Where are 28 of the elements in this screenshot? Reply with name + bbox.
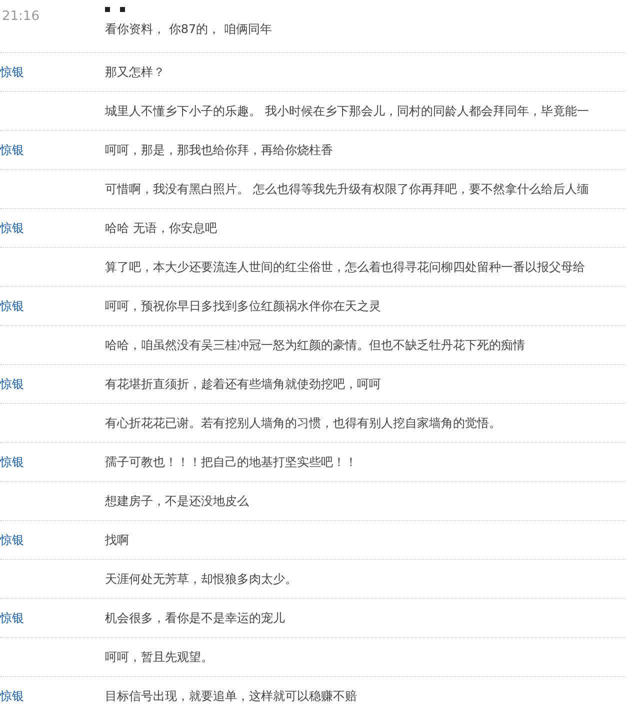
author-name[interactable]: 惊银 bbox=[0, 610, 24, 624]
author-name[interactable]: 惊银 bbox=[0, 376, 24, 390]
author-name[interactable]: 惊银 bbox=[0, 64, 24, 78]
author-name[interactable]: 惊银 bbox=[0, 688, 24, 702]
message-text: 呵呵，那是，那我也给你拜，再给你烧柱香 bbox=[105, 142, 333, 158]
message-text: 看你资料， 你87的， 咱俩同年 bbox=[105, 21, 272, 38]
author-name[interactable]: 惊银 bbox=[0, 454, 24, 468]
message-text: 找啊 bbox=[105, 532, 129, 548]
message-text: 想建房子，不是还没地皮么 bbox=[105, 492, 249, 510]
message-text: 那又怎样？ bbox=[105, 64, 165, 80]
message-text: 哈哈，咱虽然没有吴三桂冲冠一怒为红颜的豪情。但也不缺乏牡丹花下死的痴情 bbox=[105, 336, 525, 354]
message-text: 呵呵，暂且先观望。 bbox=[105, 648, 213, 666]
message-text: 哈哈 无语，你安息吧 bbox=[105, 220, 217, 236]
author-name[interactable]: 惊银 bbox=[0, 220, 24, 234]
message-text: 有心折花花已谢。若有挖别人墙角的习惯，也得有别人挖自家墙角的觉悟。 bbox=[105, 414, 501, 432]
message-text: 算了吧，本大少还要流连人世间的红尘俗世，怎么着也得寻花问柳四处留种一番以报父母给 bbox=[105, 258, 585, 276]
author-name[interactable]: 惊银 bbox=[0, 532, 24, 546]
message-text: 目标信号出现，就要追单，这样就可以稳赚不赔 bbox=[105, 688, 357, 704]
message-text: 可惜啊，我没有黑白照片。 怎么也得等我先升级有权限了你再拜吧，要不然拿什么给后人缅 bbox=[105, 180, 589, 198]
author-name[interactable]: 惊银 bbox=[0, 142, 24, 156]
message-text: 呵呵，预祝你早日多找到多位红颜祸水伴你在天之灵 bbox=[105, 298, 381, 314]
author-name[interactable]: 惊银 bbox=[0, 298, 24, 312]
message-text: 机会很多，看你是不是幸运的宠儿 bbox=[105, 610, 285, 626]
message-text: 有花堪折直须折，趁着还有些墙角就使劲挖吧，呵呵 bbox=[105, 376, 381, 392]
message-text: 城里人不懂乡下小子的乐趣。 我小时候在乡下那会儿，同村的同龄人都会拜同年，毕竟能一 bbox=[105, 102, 589, 120]
message-text: 天涯何处无芳草，却恨狼多肉太少。 bbox=[105, 570, 297, 588]
message-time: 21:16 bbox=[2, 9, 40, 24]
message-text: 孺子可教也！！！把自己的地基打坚实些吧！！ bbox=[105, 454, 357, 470]
